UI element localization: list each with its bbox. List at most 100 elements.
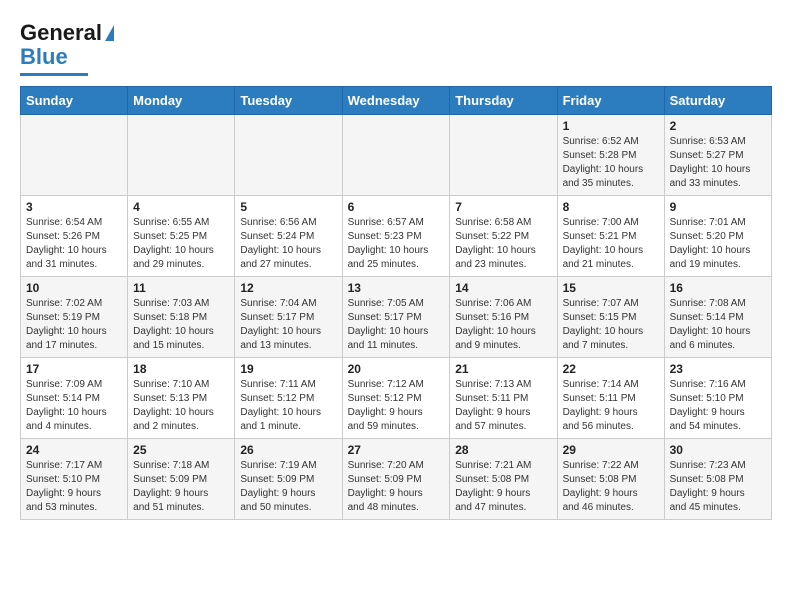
day-number: 10 <box>26 281 122 295</box>
day-info: Sunrise: 6:56 AM Sunset: 5:24 PM Dayligh… <box>240 216 336 272</box>
calendar-cell: 6 Sunrise: 6:57 AM Sunset: 5:23 PM Daylig… <box>342 196 450 277</box>
day-number: 6 <box>348 200 445 214</box>
calendar-week-5: 24Sunrise: 7:17 AM Sunset: 5:10 PM Dayli… <box>21 439 772 520</box>
calendar-cell: 7 Sunrise: 6:58 AM Sunset: 5:22 PM Daylig… <box>450 196 557 277</box>
col-header-monday: Monday <box>128 87 235 115</box>
calendar-cell: 14 Sunrise: 7:06 AM Sunset: 5:16 PM Dayli… <box>450 277 557 358</box>
day-number: 13 <box>348 281 445 295</box>
day-number: 17 <box>26 362 122 376</box>
day-number: 15 <box>563 281 659 295</box>
calendar-cell: 12 Sunrise: 7:04 AM Sunset: 5:17 PM Dayli… <box>235 277 342 358</box>
calendar-cell: 13 Sunrise: 7:05 AM Sunset: 5:17 PM Dayli… <box>342 277 450 358</box>
calendar-cell: 9 Sunrise: 7:01 AM Sunset: 5:20 PM Daylig… <box>664 196 771 277</box>
calendar-cell: 5 Sunrise: 6:56 AM Sunset: 5:24 PM Daylig… <box>235 196 342 277</box>
day-info: Sunrise: 7:00 AM Sunset: 5:21 PM Dayligh… <box>563 216 659 272</box>
day-info: Sunrise: 7:19 AM Sunset: 5:09 PM Dayligh… <box>240 459 336 515</box>
logo-text-blue: Blue <box>20 44 68 70</box>
calendar-week-1: 1 Sunrise: 6:52 AM Sunset: 5:28 PM Daylig… <box>21 115 772 196</box>
calendar-week-3: 10 Sunrise: 7:02 AM Sunset: 5:19 PM Dayli… <box>21 277 772 358</box>
calendar-cell: 3Sunrise: 6:54 AM Sunset: 5:26 PM Daylig… <box>21 196 128 277</box>
day-number: 29 <box>563 443 659 457</box>
day-info: Sunrise: 7:06 AM Sunset: 5:16 PM Dayligh… <box>455 297 551 353</box>
day-number: 30 <box>670 443 766 457</box>
calendar-cell <box>450 115 557 196</box>
day-info: Sunrise: 7:23 AM Sunset: 5:08 PM Dayligh… <box>670 459 766 515</box>
day-info: Sunrise: 7:01 AM Sunset: 5:20 PM Dayligh… <box>670 216 766 272</box>
day-info: Sunrise: 7:04 AM Sunset: 5:17 PM Dayligh… <box>240 297 336 353</box>
day-number: 1 <box>563 119 659 133</box>
day-number: 8 <box>563 200 659 214</box>
day-number: 19 <box>240 362 336 376</box>
day-number: 14 <box>455 281 551 295</box>
day-number: 9 <box>670 200 766 214</box>
calendar-cell: 29 Sunrise: 7:22 AM Sunset: 5:08 PM Dayli… <box>557 439 664 520</box>
day-info: Sunrise: 6:58 AM Sunset: 5:22 PM Dayligh… <box>455 216 551 272</box>
logo-underline <box>20 73 88 76</box>
calendar-cell: 27 Sunrise: 7:20 AM Sunset: 5:09 PM Dayli… <box>342 439 450 520</box>
calendar-cell: 2 Sunrise: 6:53 AM Sunset: 5:27 PM Daylig… <box>664 115 771 196</box>
day-info: Sunrise: 7:08 AM Sunset: 5:14 PM Dayligh… <box>670 297 766 353</box>
day-info: Sunrise: 7:05 AM Sunset: 5:17 PM Dayligh… <box>348 297 445 353</box>
day-number: 21 <box>455 362 551 376</box>
day-number: 20 <box>348 362 445 376</box>
day-info: Sunrise: 6:53 AM Sunset: 5:27 PM Dayligh… <box>670 135 766 191</box>
day-info: Sunrise: 7:18 AM Sunset: 5:09 PM Dayligh… <box>133 459 229 515</box>
day-info: Sunrise: 7:09 AM Sunset: 5:14 PM Dayligh… <box>26 378 122 434</box>
calendar-week-4: 17 Sunrise: 7:09 AM Sunset: 5:14 PM Dayli… <box>21 358 772 439</box>
calendar-cell <box>128 115 235 196</box>
calendar-cell: 8 Sunrise: 7:00 AM Sunset: 5:21 PM Daylig… <box>557 196 664 277</box>
logo-text-general: General <box>20 20 102 46</box>
calendar-cell: 30 Sunrise: 7:23 AM Sunset: 5:08 PM Dayli… <box>664 439 771 520</box>
day-info: Sunrise: 7:02 AM Sunset: 5:19 PM Dayligh… <box>26 297 122 353</box>
day-info: Sunrise: 7:20 AM Sunset: 5:09 PM Dayligh… <box>348 459 445 515</box>
day-number: 2 <box>670 119 766 133</box>
col-header-sunday: Sunday <box>21 87 128 115</box>
day-number: 24 <box>26 443 122 457</box>
calendar-cell: 18 Sunrise: 7:10 AM Sunset: 5:13 PM Dayli… <box>128 358 235 439</box>
day-info: Sunrise: 7:21 AM Sunset: 5:08 PM Dayligh… <box>455 459 551 515</box>
day-number: 26 <box>240 443 336 457</box>
calendar-cell: 10 Sunrise: 7:02 AM Sunset: 5:19 PM Dayli… <box>21 277 128 358</box>
calendar-week-2: 3Sunrise: 6:54 AM Sunset: 5:26 PM Daylig… <box>21 196 772 277</box>
col-header-thursday: Thursday <box>450 87 557 115</box>
day-number: 7 <box>455 200 551 214</box>
day-number: 27 <box>348 443 445 457</box>
day-info: Sunrise: 7:12 AM Sunset: 5:12 PM Dayligh… <box>348 378 445 434</box>
calendar-cell: 19 Sunrise: 7:11 AM Sunset: 5:12 PM Dayli… <box>235 358 342 439</box>
day-info: Sunrise: 6:52 AM Sunset: 5:28 PM Dayligh… <box>563 135 659 191</box>
day-number: 11 <box>133 281 229 295</box>
day-info: Sunrise: 7:11 AM Sunset: 5:12 PM Dayligh… <box>240 378 336 434</box>
page-header: General Blue <box>20 20 772 76</box>
calendar-cell: 11 Sunrise: 7:03 AM Sunset: 5:18 PM Dayli… <box>128 277 235 358</box>
calendar-cell: 17 Sunrise: 7:09 AM Sunset: 5:14 PM Dayli… <box>21 358 128 439</box>
calendar-cell: 20 Sunrise: 7:12 AM Sunset: 5:12 PM Dayli… <box>342 358 450 439</box>
calendar-cell: 24Sunrise: 7:17 AM Sunset: 5:10 PM Dayli… <box>21 439 128 520</box>
calendar-table: SundayMondayTuesdayWednesdayThursdayFrid… <box>20 86 772 520</box>
calendar-cell: 26 Sunrise: 7:19 AM Sunset: 5:09 PM Dayli… <box>235 439 342 520</box>
col-header-friday: Friday <box>557 87 664 115</box>
day-info: Sunrise: 6:54 AM Sunset: 5:26 PM Dayligh… <box>26 216 122 272</box>
calendar-cell: 21 Sunrise: 7:13 AM Sunset: 5:11 PM Dayli… <box>450 358 557 439</box>
calendar-cell <box>342 115 450 196</box>
col-header-tuesday: Tuesday <box>235 87 342 115</box>
day-info: Sunrise: 7:07 AM Sunset: 5:15 PM Dayligh… <box>563 297 659 353</box>
day-info: Sunrise: 7:22 AM Sunset: 5:08 PM Dayligh… <box>563 459 659 515</box>
col-header-saturday: Saturday <box>664 87 771 115</box>
day-info: Sunrise: 7:16 AM Sunset: 5:10 PM Dayligh… <box>670 378 766 434</box>
day-info: Sunrise: 6:57 AM Sunset: 5:23 PM Dayligh… <box>348 216 445 272</box>
day-info: Sunrise: 7:10 AM Sunset: 5:13 PM Dayligh… <box>133 378 229 434</box>
day-number: 12 <box>240 281 336 295</box>
calendar-cell: 16Sunrise: 7:08 AM Sunset: 5:14 PM Dayli… <box>664 277 771 358</box>
day-number: 28 <box>455 443 551 457</box>
calendar-cell <box>21 115 128 196</box>
day-number: 4 <box>133 200 229 214</box>
day-number: 5 <box>240 200 336 214</box>
calendar-cell: 15 Sunrise: 7:07 AM Sunset: 5:15 PM Dayli… <box>557 277 664 358</box>
day-number: 25 <box>133 443 229 457</box>
day-number: 18 <box>133 362 229 376</box>
calendar-cell: 1 Sunrise: 6:52 AM Sunset: 5:28 PM Daylig… <box>557 115 664 196</box>
day-info: Sunrise: 7:03 AM Sunset: 5:18 PM Dayligh… <box>133 297 229 353</box>
col-header-wednesday: Wednesday <box>342 87 450 115</box>
day-number: 23 <box>670 362 766 376</box>
day-info: Sunrise: 7:13 AM Sunset: 5:11 PM Dayligh… <box>455 378 551 434</box>
